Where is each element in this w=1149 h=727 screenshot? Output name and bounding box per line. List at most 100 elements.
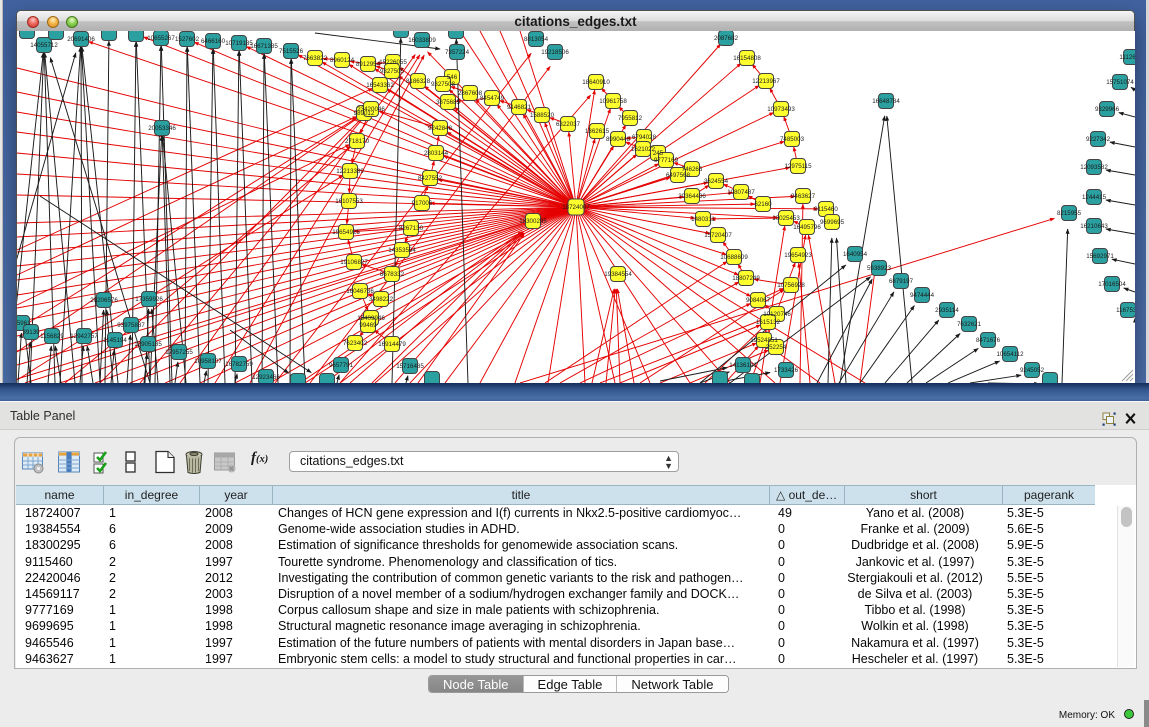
svg-text:9227342: 9227342 bbox=[1086, 136, 1111, 143]
svg-text:10958107: 10958107 bbox=[194, 358, 222, 365]
svg-text:16107553: 16107553 bbox=[335, 198, 363, 205]
svg-text:18300295: 18300295 bbox=[519, 218, 547, 225]
svg-text:8912954: 8912954 bbox=[356, 61, 381, 68]
svg-text:8454749: 8454749 bbox=[480, 95, 505, 102]
svg-text:1167533: 1167533 bbox=[1116, 307, 1135, 314]
svg-text:15409946: 15409946 bbox=[357, 315, 385, 322]
svg-text:17957255: 17957255 bbox=[165, 349, 193, 356]
svg-text:7955812: 7955812 bbox=[618, 115, 643, 122]
svg-text:9242848: 9242848 bbox=[428, 125, 453, 132]
svg-text:14136141: 14136141 bbox=[729, 362, 757, 369]
svg-text:10688609: 10688609 bbox=[720, 254, 748, 261]
svg-text:16914479: 16914479 bbox=[378, 341, 406, 348]
svg-text:5938923: 5938923 bbox=[867, 265, 892, 272]
svg-text:20206576: 20206576 bbox=[90, 297, 118, 304]
svg-text:1112688: 1112688 bbox=[1119, 54, 1135, 61]
svg-text:2935114: 2935114 bbox=[935, 307, 959, 314]
svg-text:18724007: 18724007 bbox=[562, 204, 590, 211]
svg-text:10654112: 10654112 bbox=[996, 351, 1024, 358]
svg-text:10756928: 10756928 bbox=[777, 282, 805, 289]
svg-text:18807249: 18807249 bbox=[732, 275, 760, 282]
svg-text:8960124: 8960124 bbox=[330, 57, 355, 64]
svg-text:19106827: 19106827 bbox=[340, 259, 368, 266]
svg-text:14353594: 14353594 bbox=[388, 247, 416, 254]
svg-text:9474444: 9474444 bbox=[910, 292, 935, 299]
svg-text:8427552: 8427552 bbox=[418, 175, 443, 182]
svg-text:16782759: 16782759 bbox=[225, 361, 253, 368]
svg-text:12213389: 12213389 bbox=[336, 168, 364, 175]
svg-text:252254: 252254 bbox=[766, 344, 787, 351]
svg-text:62160: 62160 bbox=[754, 201, 772, 208]
svg-text:10973493: 10973493 bbox=[767, 106, 795, 113]
svg-text:1145194: 1145194 bbox=[103, 337, 127, 344]
svg-text:1733426: 1733426 bbox=[774, 367, 799, 374]
svg-text:6794028: 6794028 bbox=[632, 134, 657, 141]
svg-text:12923466: 12923466 bbox=[252, 374, 280, 381]
svg-text:12942757: 12942757 bbox=[70, 333, 98, 340]
svg-text:3624554: 3624554 bbox=[704, 178, 729, 185]
svg-text:19654923: 19654923 bbox=[784, 252, 812, 259]
svg-text:8186328: 8186328 bbox=[406, 78, 431, 85]
svg-text:9084067: 9084067 bbox=[746, 297, 771, 304]
svg-text:2803144: 2803144 bbox=[424, 150, 449, 157]
svg-text:16671385: 16671385 bbox=[250, 43, 278, 50]
svg-text:39139: 39139 bbox=[22, 329, 40, 336]
svg-text:10961758: 10961758 bbox=[599, 98, 627, 105]
svg-text:2718170: 2718170 bbox=[345, 138, 370, 145]
svg-text:6322037: 6322037 bbox=[556, 121, 581, 128]
svg-text:7485003: 7485003 bbox=[780, 136, 805, 143]
svg-text:9245052: 9245052 bbox=[1020, 367, 1045, 374]
svg-text:9329966: 9329966 bbox=[1095, 106, 1120, 113]
svg-text:15720407: 15720407 bbox=[704, 232, 732, 239]
svg-text:9146821: 9146821 bbox=[507, 104, 532, 111]
svg-text:19654925: 19654925 bbox=[332, 229, 360, 236]
svg-text:8990448: 8990448 bbox=[606, 136, 631, 143]
svg-text:10719185: 10719185 bbox=[225, 40, 253, 47]
svg-text:15692971: 15692971 bbox=[1086, 253, 1114, 260]
svg-text:2867608: 2867608 bbox=[458, 90, 483, 97]
svg-text:8471676: 8471676 bbox=[976, 337, 1001, 344]
svg-text:19218506: 19218506 bbox=[541, 49, 569, 56]
svg-text:19524851: 19524851 bbox=[750, 337, 778, 344]
svg-text:9327508: 9327508 bbox=[431, 81, 456, 88]
svg-text:9463627: 9463627 bbox=[791, 193, 816, 200]
svg-text:16033809: 16033809 bbox=[408, 37, 436, 44]
svg-text:12975115: 12975115 bbox=[784, 163, 812, 170]
svg-text:7623402: 7623402 bbox=[343, 340, 368, 347]
svg-text:10120746: 10120746 bbox=[763, 311, 791, 318]
svg-text:16543362: 16543362 bbox=[366, 82, 394, 89]
svg-text:93975887: 93975887 bbox=[117, 322, 145, 329]
svg-text:15751074: 15751074 bbox=[1106, 79, 1134, 86]
svg-text:1615132: 1615132 bbox=[756, 319, 781, 326]
svg-text:9777169: 9777169 bbox=[654, 157, 679, 164]
svg-text:1244415: 1244415 bbox=[1082, 194, 1107, 201]
svg-text:8813054: 8813054 bbox=[524, 36, 549, 43]
svg-text:19384554: 19384554 bbox=[604, 271, 632, 278]
svg-text:8215955: 8215955 bbox=[1057, 210, 1082, 217]
svg-text:7663822: 7663822 bbox=[303, 55, 328, 62]
svg-text:10025453: 10025453 bbox=[772, 215, 800, 222]
svg-text:12213967: 12213967 bbox=[752, 78, 780, 85]
svg-text:23420046: 23420046 bbox=[357, 106, 385, 113]
svg-text:16046736: 16046736 bbox=[346, 288, 374, 295]
svg-text:16648784: 16648784 bbox=[872, 98, 900, 105]
svg-text:95961: 95961 bbox=[17, 320, 31, 327]
svg-text:8678332: 8678332 bbox=[380, 271, 405, 278]
svg-text:9115460: 9115460 bbox=[814, 206, 838, 213]
svg-text:7357224: 7357224 bbox=[445, 49, 470, 56]
svg-text:1362615: 1362615 bbox=[585, 128, 610, 135]
svg-text:6497568: 6497568 bbox=[666, 172, 691, 179]
svg-text:17016504: 17016504 bbox=[1098, 281, 1126, 288]
svg-text:15226055: 15226055 bbox=[379, 59, 407, 66]
svg-text:245: 245 bbox=[653, 150, 664, 157]
svg-text:1640954: 1640954 bbox=[843, 251, 868, 258]
svg-text:16154808: 16154808 bbox=[733, 55, 761, 62]
svg-text:1527602: 1527602 bbox=[175, 36, 200, 43]
svg-text:16495796: 16495796 bbox=[793, 224, 821, 231]
svg-text:16210643: 16210643 bbox=[1080, 223, 1108, 230]
svg-text:546: 546 bbox=[447, 74, 458, 81]
svg-text:9657791: 9657791 bbox=[329, 362, 354, 369]
svg-text:20364436: 20364436 bbox=[678, 193, 706, 200]
svg-text:9327505: 9327505 bbox=[380, 68, 405, 75]
svg-text:15716485: 15716485 bbox=[396, 363, 424, 370]
